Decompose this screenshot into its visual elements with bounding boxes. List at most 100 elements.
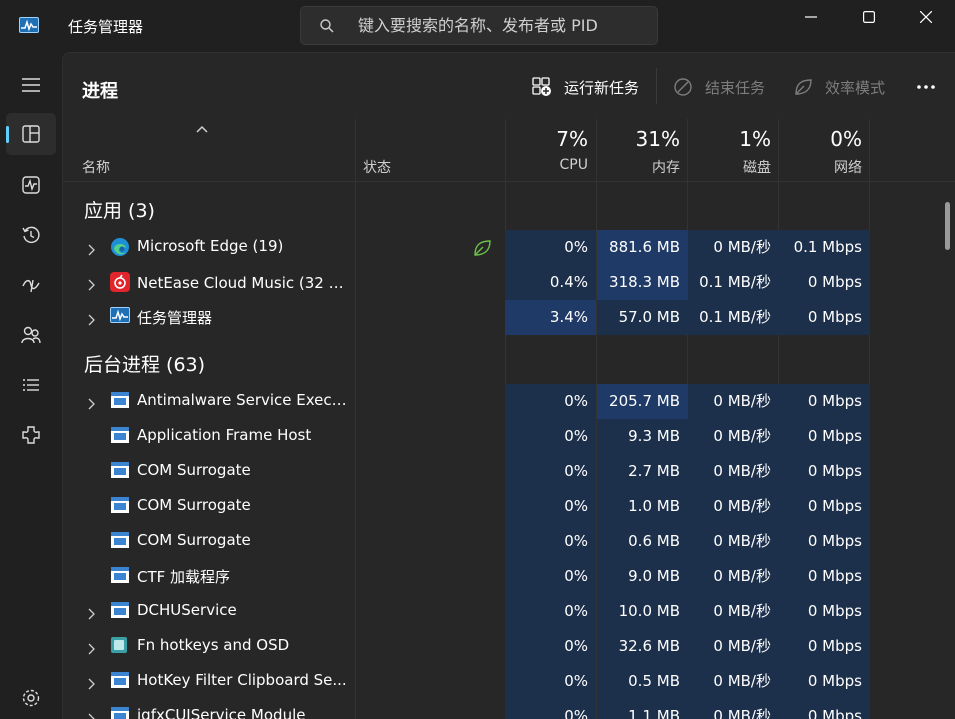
memory-total: 31% bbox=[635, 127, 680, 151]
cpu-value: 0% bbox=[505, 559, 596, 594]
network-value: 0 Mbps bbox=[779, 594, 870, 629]
nav-app-history[interactable] bbox=[6, 214, 56, 256]
process-name: DCHUService bbox=[137, 601, 237, 619]
expand-chevron-icon[interactable] bbox=[87, 311, 95, 330]
process-name: HotKey Filter Clipboard Se... bbox=[137, 671, 347, 689]
process-row[interactable]: NetEase Cloud Music (32 位... 0.4% 318.3 MB… bbox=[63, 265, 870, 300]
memory-value: 57.0 MB bbox=[597, 300, 688, 335]
nav-settings[interactable] bbox=[6, 677, 56, 719]
minimize-button[interactable] bbox=[782, 0, 840, 36]
process-name: COM Surrogate bbox=[137, 531, 251, 549]
run-new-task-button[interactable]: 运行新任务 bbox=[532, 69, 639, 105]
nav-details[interactable] bbox=[6, 364, 56, 406]
network-value: 0 Mbps bbox=[779, 699, 870, 719]
expand-chevron-icon[interactable] bbox=[87, 640, 95, 659]
run-new-task-label: 运行新任务 bbox=[564, 78, 640, 97]
cpu-total: 7% bbox=[556, 127, 588, 151]
startup-apps-icon bbox=[22, 279, 40, 293]
disk-total: 1% bbox=[739, 127, 771, 151]
maximize-icon bbox=[863, 11, 875, 23]
expand-chevron-icon[interactable] bbox=[87, 276, 95, 295]
process-name: igfxCUIService Module bbox=[137, 706, 306, 719]
column-name[interactable]: 名称 bbox=[82, 157, 110, 177]
process-row[interactable]: igfxCUIService Module 0% 1.1 MB 0 MB/秒 0 Mbp… bbox=[63, 699, 870, 719]
processes-icon bbox=[22, 125, 40, 143]
network-value: 0 Mbps bbox=[779, 265, 870, 300]
process-row[interactable]: CTF 加载程序 0% 9.0 MB 0 MB/秒 0 Mbps bbox=[63, 559, 870, 594]
column-disk[interactable]: 1% 磁盘 bbox=[688, 119, 779, 182]
network-value: 0 Mbps bbox=[779, 384, 870, 419]
efficiency-mode-leaf-icon bbox=[472, 238, 492, 262]
vertical-scrollbar[interactable] bbox=[945, 202, 950, 250]
cpu-value: 3.4% bbox=[505, 300, 596, 335]
nav-users[interactable] bbox=[6, 314, 56, 356]
process-row[interactable]: COM Surrogate 0% 1.0 MB 0 MB/秒 0 Mbps bbox=[63, 489, 870, 524]
efficiency-mode-button[interactable]: 效率模式 bbox=[793, 69, 885, 105]
more-dots-icon bbox=[917, 85, 935, 89]
network-label: 网络 bbox=[834, 160, 862, 176]
process-row[interactable]: 任务管理器 3.4% 57.0 MB 0.1 MB/秒 0 Mbps bbox=[63, 300, 870, 335]
memory-value: 1.1 MB bbox=[597, 699, 688, 719]
nav-performance[interactable] bbox=[6, 164, 56, 206]
memory-value: 0.5 MB bbox=[597, 664, 688, 699]
process-row[interactable]: Fn hotkeys and OSD 0% 32.6 MB 0 MB/秒 0 Mbps bbox=[63, 629, 870, 664]
settings-icon bbox=[22, 689, 40, 707]
service-window-icon bbox=[110, 426, 130, 446]
network-value: 0 Mbps bbox=[779, 300, 870, 335]
end-task-label: 结束任务 bbox=[705, 78, 766, 97]
process-row[interactable]: COM Surrogate 0% 2.7 MB 0 MB/秒 0 Mbps bbox=[63, 454, 870, 489]
disk-value: 0.1 MB/秒 bbox=[688, 265, 779, 300]
processes-panel: 进程 运行新任务 结束任务 效率模式 名称 状态 7% CPU 31% 内存 1… bbox=[62, 52, 955, 719]
expand-chevron-icon[interactable] bbox=[87, 605, 95, 624]
run-new-task-icon bbox=[532, 77, 551, 96]
process-row[interactable]: Antimalware Service Execu... 0% 205.7 MB 0 … bbox=[63, 384, 870, 419]
disk-value: 0 MB/秒 bbox=[688, 629, 779, 664]
process-row[interactable]: Microsoft Edge (19) 0% 881.6 MB 0 MB/秒 0.1 M… bbox=[63, 230, 870, 265]
expand-chevron-icon[interactable] bbox=[87, 675, 95, 694]
column-network[interactable]: 0% 网络 bbox=[779, 119, 870, 182]
nav-processes[interactable] bbox=[6, 113, 56, 155]
expand-chevron-icon[interactable] bbox=[87, 710, 95, 719]
close-button[interactable] bbox=[897, 0, 955, 36]
maximize-button[interactable] bbox=[840, 0, 898, 36]
column-cpu[interactable]: 7% CPU bbox=[505, 119, 596, 182]
cpu-value: 0% bbox=[505, 419, 596, 454]
process-row[interactable]: Application Frame Host 0% 9.3 MB 0 MB/秒 0 Mb… bbox=[63, 419, 870, 454]
network-value: 0 Mbps bbox=[779, 664, 870, 699]
process-row[interactable]: COM Surrogate 0% 0.6 MB 0 MB/秒 0 Mbps bbox=[63, 524, 870, 559]
search-box[interactable] bbox=[300, 6, 658, 45]
service-window-icon bbox=[110, 496, 130, 516]
memory-label: 内存 bbox=[652, 160, 680, 176]
netease-music-icon bbox=[110, 272, 130, 292]
expand-chevron-icon[interactable] bbox=[87, 395, 95, 414]
cpu-value: 0% bbox=[505, 230, 596, 265]
end-task-button[interactable]: 结束任务 bbox=[673, 69, 765, 105]
process-name: COM Surrogate bbox=[137, 496, 251, 514]
disk-value: 0 MB/秒 bbox=[688, 594, 779, 629]
process-row[interactable]: HotKey Filter Clipboard Se... 0% 0.5 MB 0 M… bbox=[63, 664, 870, 699]
column-memory[interactable]: 31% 内存 bbox=[597, 119, 688, 182]
app-title: 任务管理器 bbox=[68, 18, 144, 36]
nav-services[interactable] bbox=[6, 414, 56, 456]
more-options-button[interactable] bbox=[909, 75, 943, 99]
search-input[interactable] bbox=[358, 7, 648, 44]
cpu-label: CPU bbox=[559, 157, 588, 173]
network-value: 0 Mbps bbox=[779, 489, 870, 524]
network-value: 0 Mbps bbox=[779, 419, 870, 454]
cpu-value: 0% bbox=[505, 629, 596, 664]
navigation-sidebar bbox=[0, 52, 62, 719]
sort-ascending-icon[interactable] bbox=[196, 125, 208, 133]
disk-value: 0 MB/秒 bbox=[688, 524, 779, 559]
process-name: CTF 加载程序 bbox=[137, 568, 231, 586]
hamburger-menu-button[interactable] bbox=[6, 64, 56, 106]
network-value: 0.1 Mbps bbox=[779, 230, 870, 265]
process-name: Fn hotkeys and OSD bbox=[137, 636, 290, 654]
service-window-icon bbox=[110, 566, 130, 586]
task-manager-icon bbox=[110, 307, 130, 327]
expand-chevron-icon[interactable] bbox=[87, 241, 95, 260]
nav-startup-apps[interactable] bbox=[6, 264, 56, 306]
process-row[interactable]: DCHUService 0% 10.0 MB 0 MB/秒 0 Mbps bbox=[63, 594, 870, 629]
column-status[interactable]: 状态 bbox=[363, 157, 391, 177]
memory-value: 10.0 MB bbox=[597, 594, 688, 629]
memory-value: 881.6 MB bbox=[597, 230, 688, 265]
